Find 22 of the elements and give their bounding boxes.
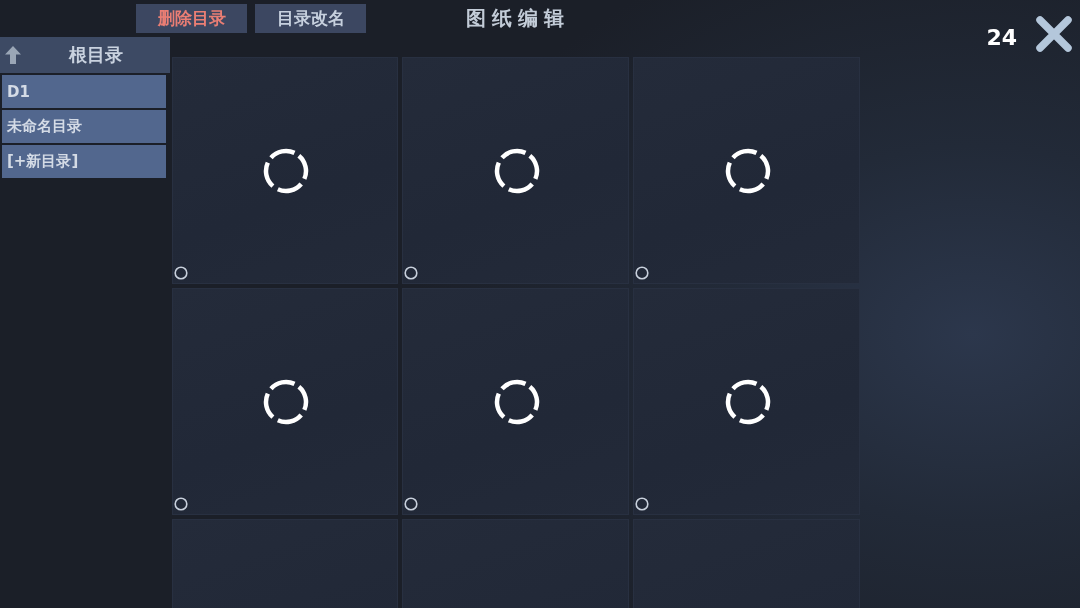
dashed-ring-icon [263,147,309,194]
dashed-ring-icon [493,147,540,194]
circle-icon[interactable] [174,266,188,280]
sidebar-item[interactable]: D1 [2,75,166,108]
circle-icon[interactable] [404,266,418,280]
count-label: 24 [986,25,1017,51]
dashed-ring-icon [493,378,540,425]
sidebar-item[interactable]: 未命名目录 [2,110,166,143]
dashed-ring-icon [724,378,771,425]
circle-icon[interactable] [174,497,188,511]
circle-icon[interactable] [404,497,418,511]
arrow-up-icon[interactable] [4,45,22,65]
circle-icon[interactable] [635,266,649,280]
dashed-ring-icon [263,378,309,425]
toolbar-button[interactable]: 目录改名 [255,4,366,33]
toolbar-button[interactable]: 删除目录 [136,4,247,33]
dashed-ring-icon [724,147,771,194]
page-title: 图纸编辑 [466,5,570,32]
folder-title: 根目录 [67,43,124,67]
sidebar-item[interactable]: [+新目录] [2,145,166,178]
close-icon[interactable] [1036,16,1072,52]
circle-icon[interactable] [635,497,649,511]
